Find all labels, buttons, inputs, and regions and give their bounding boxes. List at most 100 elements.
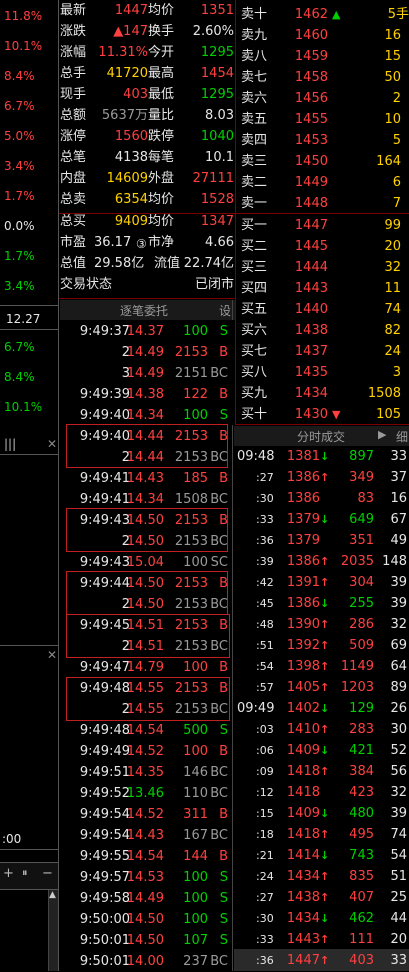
level-label: 卖八	[241, 49, 268, 64]
trade-volume: 100	[183, 324, 208, 339]
bid-row[interactable]: 买九 1434 1508	[240, 383, 409, 404]
trade-row[interactable]: 9:50:01 14.00 237 BC	[60, 951, 236, 972]
quote-label: 现手	[60, 87, 87, 102]
scroll-up-icon[interactable]: ▲	[49, 890, 56, 900]
tick-row[interactable]: :39 1386 ↑ 2035 148	[234, 551, 409, 572]
tick-row[interactable]: :30 1386 83 16	[234, 488, 409, 509]
trade-row[interactable]: 9:49:41 14.34 1508 BC	[60, 489, 236, 510]
tick-row[interactable]: :30 1434 ↓ 462 44	[234, 908, 409, 929]
quote-label: 总额	[60, 108, 87, 123]
tick-time: :51	[256, 639, 274, 652]
scroll-up-icon[interactable]: ▲	[332, 4, 340, 25]
quote-value: 6354	[114, 192, 148, 207]
ask-row[interactable]: 卖十 1462 ▲ 5手	[240, 4, 409, 25]
ask-row[interactable]: 卖七 1458 50	[240, 67, 409, 88]
trade-price: 14.54	[126, 849, 164, 864]
info-circle-icon[interactable]: ③	[136, 237, 147, 251]
scroll-down-icon[interactable]: ▼	[332, 404, 340, 425]
ask-row[interactable]: 卖八 1459 15	[240, 46, 409, 67]
trade-row[interactable]: 9:49:37 14.37 100 S	[60, 321, 236, 342]
tick-row[interactable]: :27 1386 ↑ 349 37	[234, 467, 409, 488]
level-volume: 5	[392, 133, 401, 148]
trade-row[interactable]: 2 14.49 2153 B	[60, 342, 236, 363]
trade-row[interactable]: 9:49:54 14.52 311 B	[60, 804, 236, 825]
bid-row[interactable]: 买三 1444 32	[240, 257, 409, 278]
tick-row[interactable]: 09:48 1381 ↓ 897 33	[234, 446, 409, 467]
tick-count: 56	[390, 764, 407, 779]
level-price: 1445	[294, 239, 328, 254]
trade-row[interactable]: 9:49:57 14.53 100 S	[60, 867, 236, 888]
trade-row[interactable]: 9:49:49 14.52 100 B	[60, 741, 236, 762]
zoom-in-button[interactable]: +	[3, 866, 14, 881]
bid-row[interactable]: 买六 1438 82	[240, 320, 409, 341]
settings-button[interactable]: 设	[219, 302, 231, 319]
tick-row[interactable]: :18 1418 ↑ 495 74	[234, 824, 409, 845]
axis-pct: 3.4%	[4, 159, 35, 173]
tick-row[interactable]: :42 1391 ↑ 304 39	[234, 572, 409, 593]
quote-value: 11.31%	[98, 45, 148, 60]
bid-row[interactable]: 买十 1430 ▼ 105	[240, 404, 409, 425]
trade-row[interactable]: 9:49:52 13.46 110 BC	[60, 783, 236, 804]
tick-row[interactable]: 09:49 1402 ↓ 129 26	[234, 698, 409, 719]
trade-row[interactable]: 9:49:55 14.54 144 B	[60, 846, 236, 867]
level-label: 卖一	[241, 196, 268, 211]
tick-row[interactable]: :06 1409 ↓ 421 52	[234, 740, 409, 761]
ask-row[interactable]: 卖二 1449 6	[240, 172, 409, 193]
trade-row[interactable]: 9:49:40 14.34 100 S	[60, 405, 236, 426]
tick-row[interactable]: :54 1398 ↑ 1149 64	[234, 656, 409, 677]
tick-count: 44	[390, 911, 407, 926]
tick-price: 1434	[286, 911, 320, 926]
close-icon[interactable]: ✕	[47, 648, 57, 662]
tick-row[interactable]: :33 1443 ↑ 111 20	[234, 929, 409, 950]
bid-row[interactable]: 买七 1437 24	[240, 341, 409, 362]
tick-row[interactable]: :27 1438 ↑ 407 25	[234, 887, 409, 908]
expand-arrow-icon[interactable]: ▶	[378, 428, 386, 441]
tick-row[interactable]: :51 1392 ↑ 509 69	[234, 635, 409, 656]
trade-row[interactable]: 9:49:43 15.04 100 SC	[60, 552, 236, 573]
zoom-out-button[interactable]: −	[42, 866, 53, 881]
pause-button[interactable]: ⏸	[22, 866, 28, 880]
tick-row[interactable]: :24 1434 ↑ 835 51	[234, 866, 409, 887]
trade-row[interactable]: 3 14.49 2151 BC	[60, 363, 236, 384]
bid-row[interactable]: 买八 1435 3	[240, 362, 409, 383]
detail-tab[interactable]: 细	[396, 428, 408, 445]
ask-row[interactable]: 卖一 1448 7	[240, 193, 409, 214]
tick-row[interactable]: :09 1418 ↑ 384 56	[234, 761, 409, 782]
level-price: 1440	[294, 302, 328, 317]
level-label: 买十	[241, 407, 268, 422]
bid-row[interactable]: 买五 1440 74	[240, 299, 409, 320]
trade-row[interactable]: 9:50:00 14.50 100 S	[60, 909, 236, 930]
trade-row[interactable]: 9:49:39 14.38 122 B	[60, 384, 236, 405]
tick-price: 1418	[286, 827, 320, 842]
quote-row: 总手 41720 最高 1454	[60, 63, 236, 84]
tick-row[interactable]: :45 1386 ↓ 255 39	[234, 593, 409, 614]
tick-row[interactable]: :36 1447 ↑ 403 33	[234, 950, 409, 971]
bid-row[interactable]: 买四 1443 11	[240, 278, 409, 299]
trade-row[interactable]: 9:49:58 14.49 100 S	[60, 888, 236, 909]
tick-row[interactable]: :12 1418 423 32	[234, 782, 409, 803]
tick-row[interactable]: :15 1409 ↓ 480 39	[234, 803, 409, 824]
tick-row[interactable]: :03 1410 ↑ 283 30	[234, 719, 409, 740]
bid-row[interactable]: 买二 1445 20	[240, 236, 409, 257]
ask-row[interactable]: 卖五 1455 10	[240, 109, 409, 130]
close-icon[interactable]: ✕	[47, 437, 57, 451]
trade-row[interactable]: 9:49:48 14.54 500 S	[60, 720, 236, 741]
level-label: 买三	[241, 260, 268, 275]
tick-row[interactable]: :36 1379 351 49	[234, 530, 409, 551]
ask-row[interactable]: 卖九 1460 16	[240, 25, 409, 46]
quote-value: 2.60%	[192, 24, 234, 39]
tick-time: :39	[256, 555, 274, 568]
ask-row[interactable]: 卖六 1456 2	[240, 88, 409, 109]
trade-row[interactable]: 9:49:54 14.43 167 BC	[60, 825, 236, 846]
ask-row[interactable]: 卖三 1450 164	[240, 151, 409, 172]
tick-row[interactable]: :57 1405 ↑ 1203 89	[234, 677, 409, 698]
trade-row[interactable]: 9:49:51 14.35 146 BC	[60, 762, 236, 783]
trade-row[interactable]: 9:50:01 14.50 107 S	[60, 930, 236, 951]
tick-row[interactable]: :33 1379 ↓ 649 67	[234, 509, 409, 530]
tick-row[interactable]: :21 1414 ↓ 743 54	[234, 845, 409, 866]
trade-row[interactable]: 9:49:47 14.79 100 B	[60, 657, 236, 678]
trade-row[interactable]: 9:49:41 14.43 185 B	[60, 468, 236, 489]
ask-row[interactable]: 卖四 1453 5	[240, 130, 409, 151]
tick-row[interactable]: :48 1390 ↑ 286 32	[234, 614, 409, 635]
bid-row[interactable]: 买一 1447 99	[240, 215, 409, 236]
